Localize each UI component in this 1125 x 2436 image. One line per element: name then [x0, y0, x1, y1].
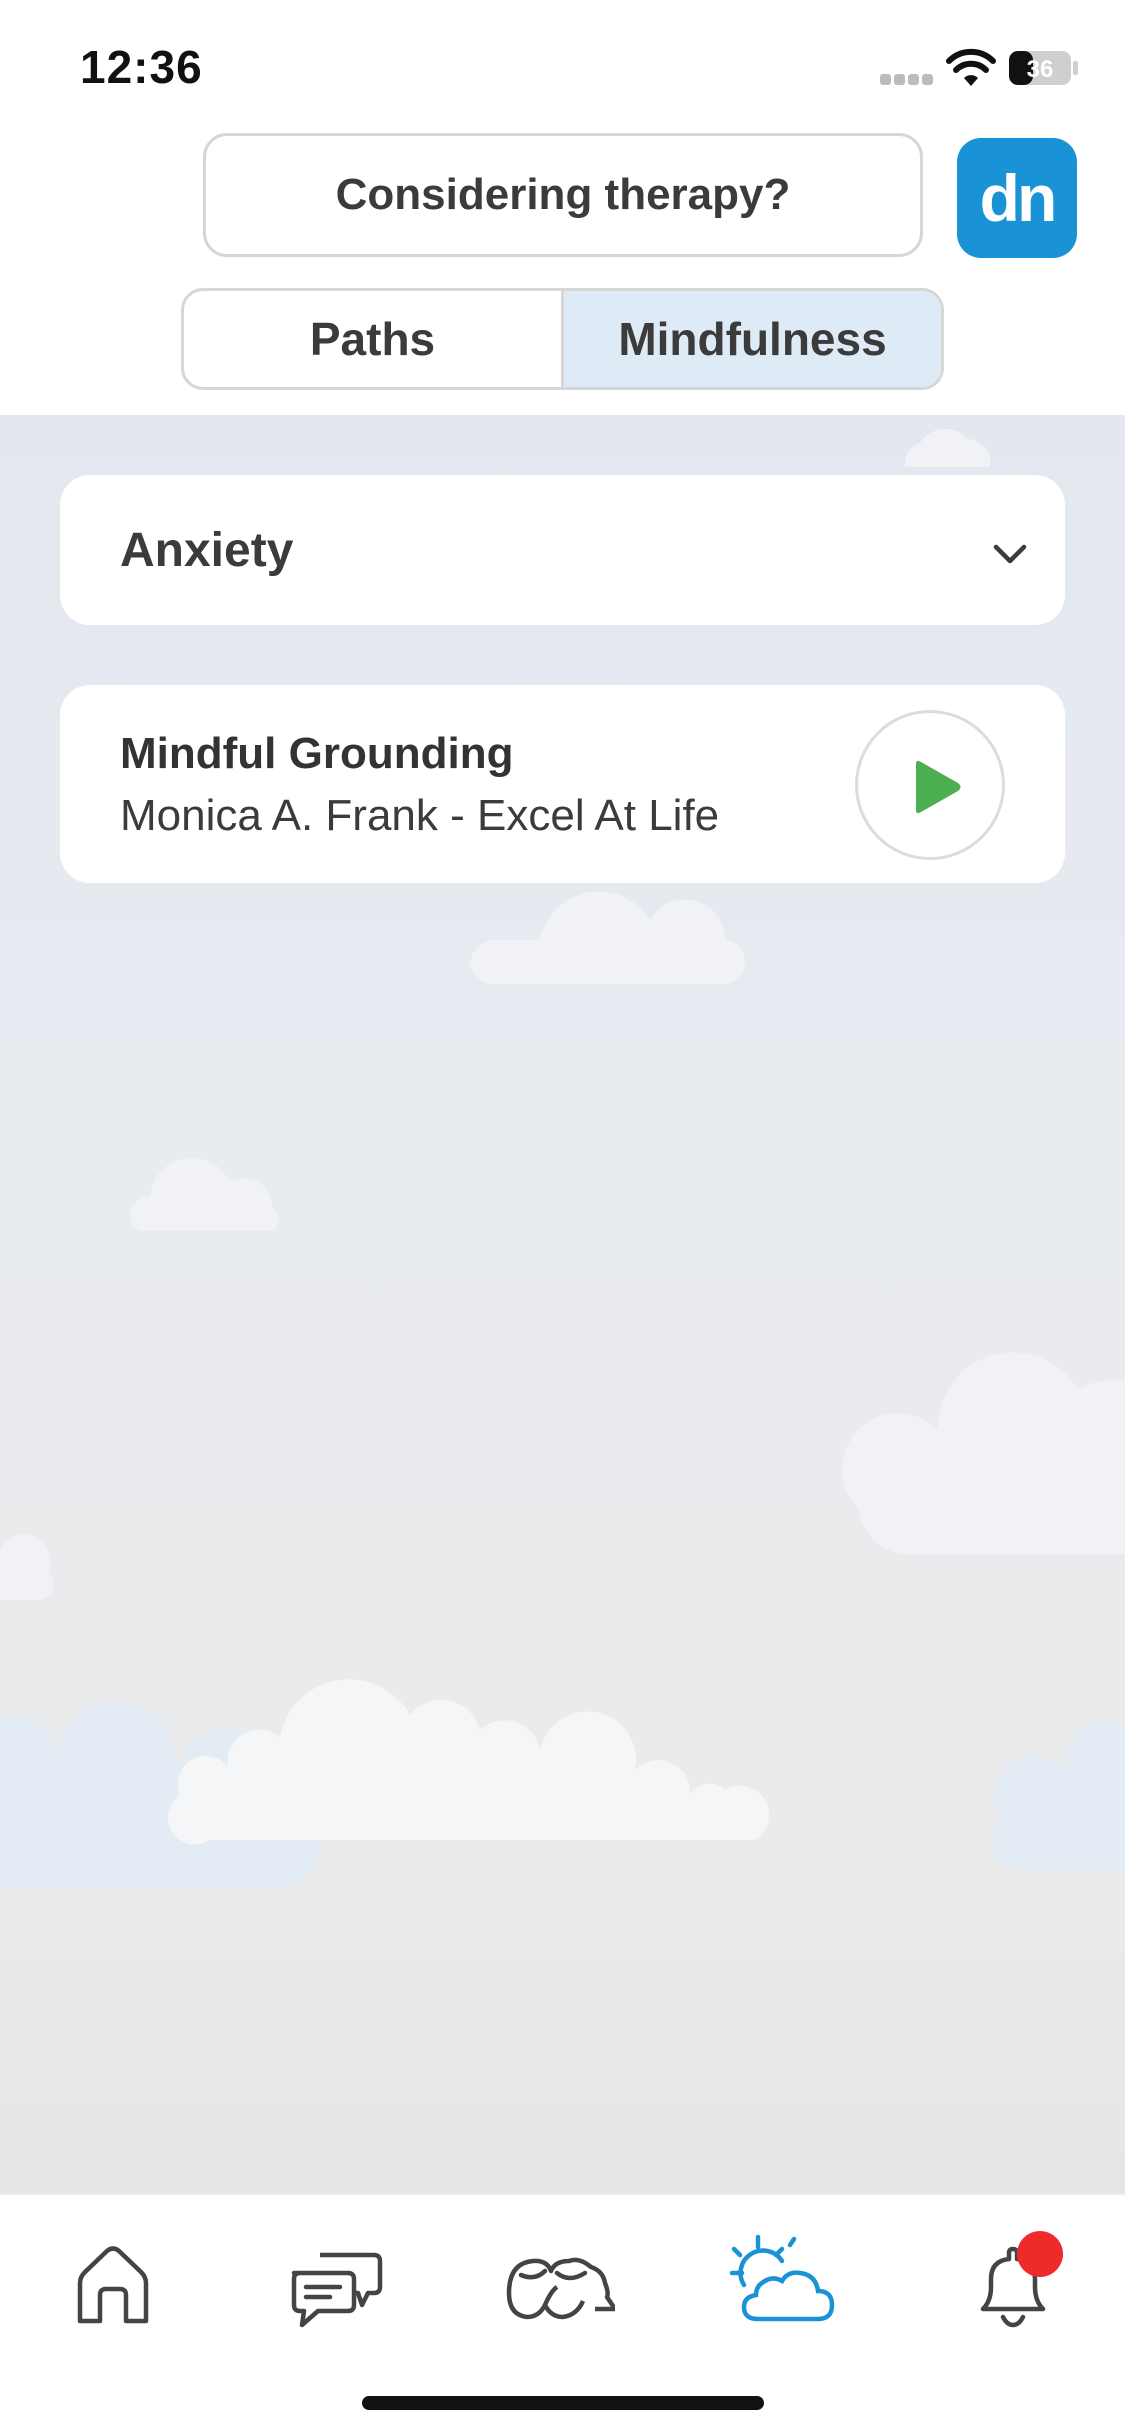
notification-badge — [1017, 2231, 1063, 2277]
main-content: Anxiety Mindful Grounding Monica A. Fran… — [0, 415, 1125, 2193]
tab-notifications[interactable] — [957, 2231, 1067, 2341]
tab-mindfulness[interactable]: Mindfulness — [561, 291, 941, 387]
tab-home[interactable] — [58, 2231, 168, 2341]
chevron-down-icon — [993, 544, 1027, 564]
category-dropdown[interactable]: Anxiety — [60, 475, 1065, 625]
tab-chat[interactable] — [282, 2231, 392, 2341]
chat-icon — [291, 2252, 383, 2328]
cellular-signal-icon — [880, 74, 934, 86]
tab-mindfulness-weather[interactable] — [728, 2231, 838, 2341]
track-title: Mindful Grounding — [120, 729, 514, 778]
battery-icon: 36 — [1009, 51, 1078, 85]
play-icon — [916, 760, 961, 814]
segmented-control: Paths Mindfulness — [181, 288, 944, 390]
tab-community[interactable] — [505, 2231, 618, 2341]
clouds-background — [0, 428, 1125, 1888]
status-bar: 12:36 36 — [0, 0, 1125, 130]
wifi-icon — [946, 48, 996, 86]
track-author: Monica A. Frank - Excel At Life — [120, 791, 720, 840]
home-indicator — [362, 2396, 764, 2410]
logo-text: dn — [979, 161, 1058, 235]
community-icon — [506, 2257, 618, 2320]
battery-level: 36 — [1027, 56, 1054, 83]
considering-therapy-button[interactable]: Considering therapy? — [203, 133, 923, 257]
home-icon — [77, 2246, 149, 2324]
status-time: 12:36 — [80, 41, 203, 93]
weather-icon — [729, 2234, 835, 2322]
play-button[interactable] — [855, 710, 1005, 860]
dn-logo-button[interactable]: dn — [957, 138, 1077, 258]
dropdown-selected-label: Anxiety — [120, 524, 294, 577]
list-item[interactable]: Mindful Grounding Monica A. Frank - Exce… — [60, 685, 1065, 883]
tab-paths[interactable]: Paths — [184, 291, 561, 387]
